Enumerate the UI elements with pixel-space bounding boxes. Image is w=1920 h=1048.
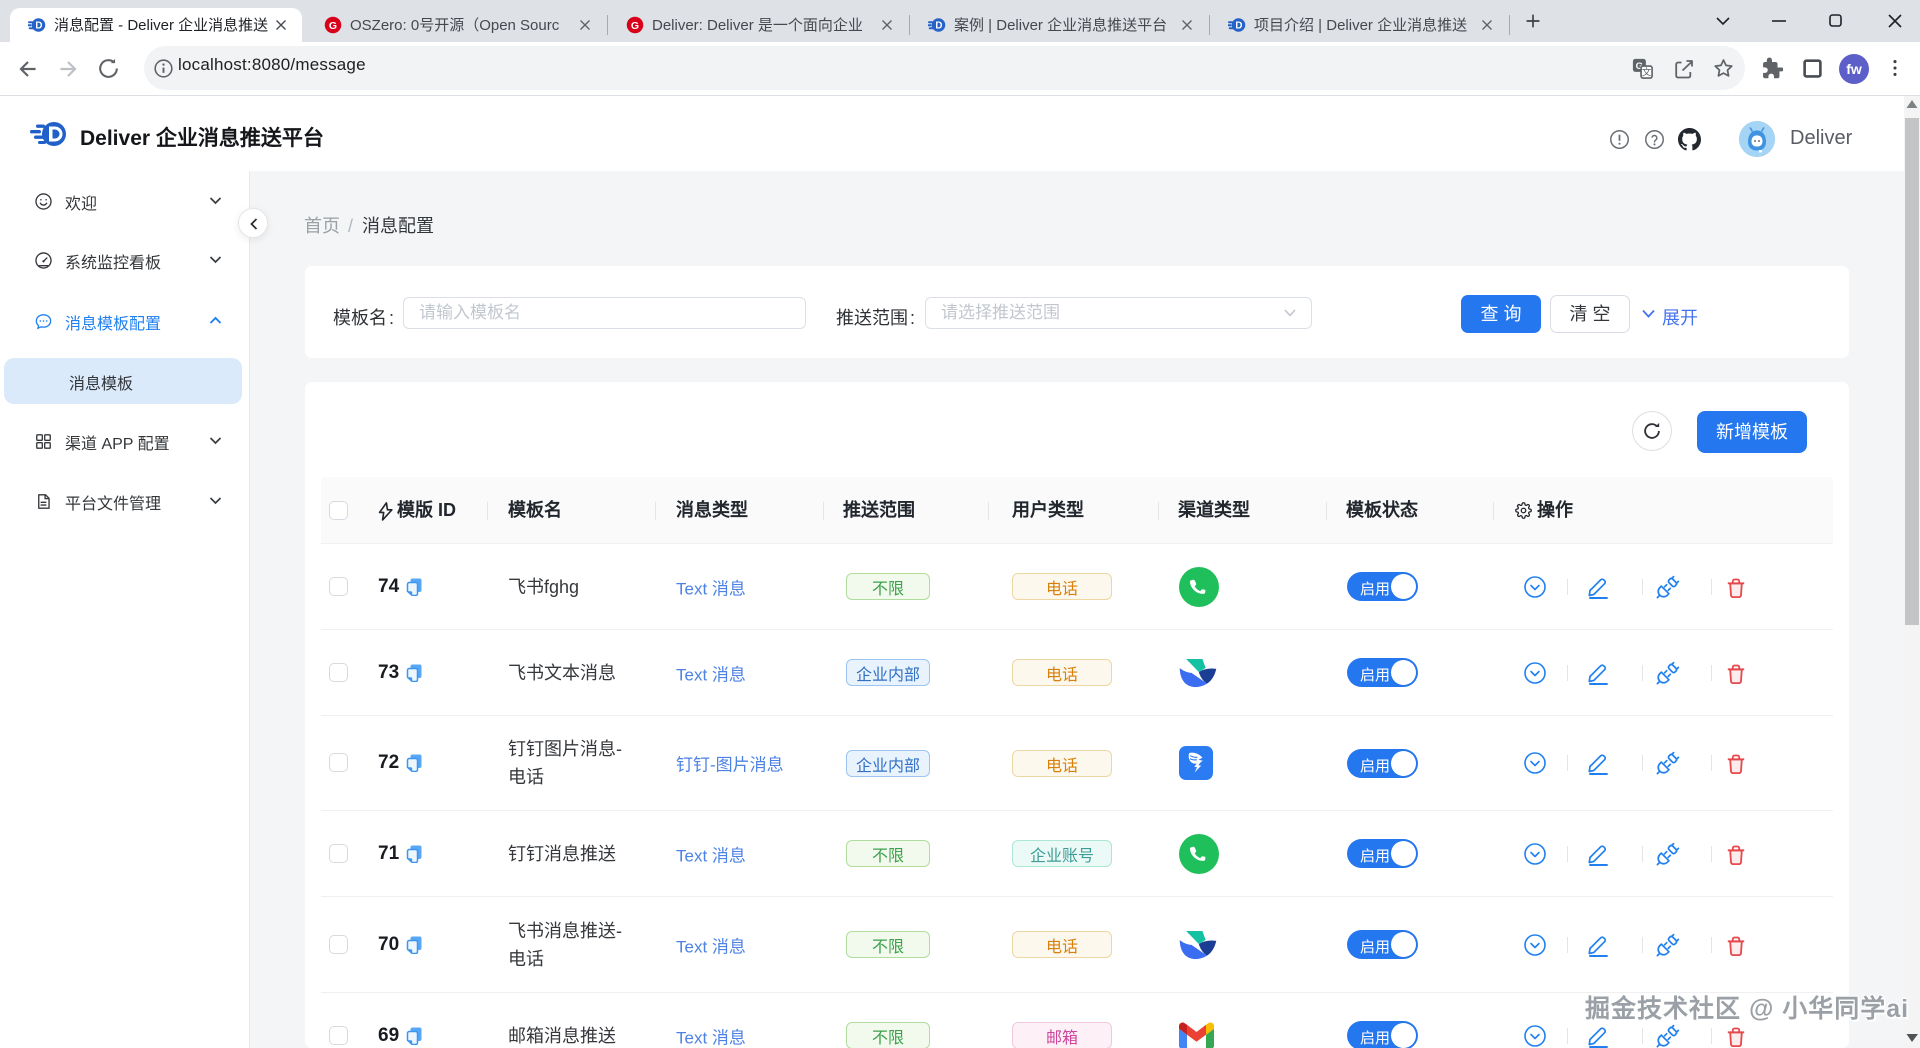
svg-text:G: G bbox=[631, 20, 639, 32]
svg-text:G: G bbox=[329, 20, 337, 32]
svg-text:D: D bbox=[1235, 20, 1242, 31]
svg-text:文: 文 bbox=[1642, 66, 1652, 78]
svg-text:D: D bbox=[35, 20, 42, 31]
svg-text:D: D bbox=[935, 20, 942, 31]
